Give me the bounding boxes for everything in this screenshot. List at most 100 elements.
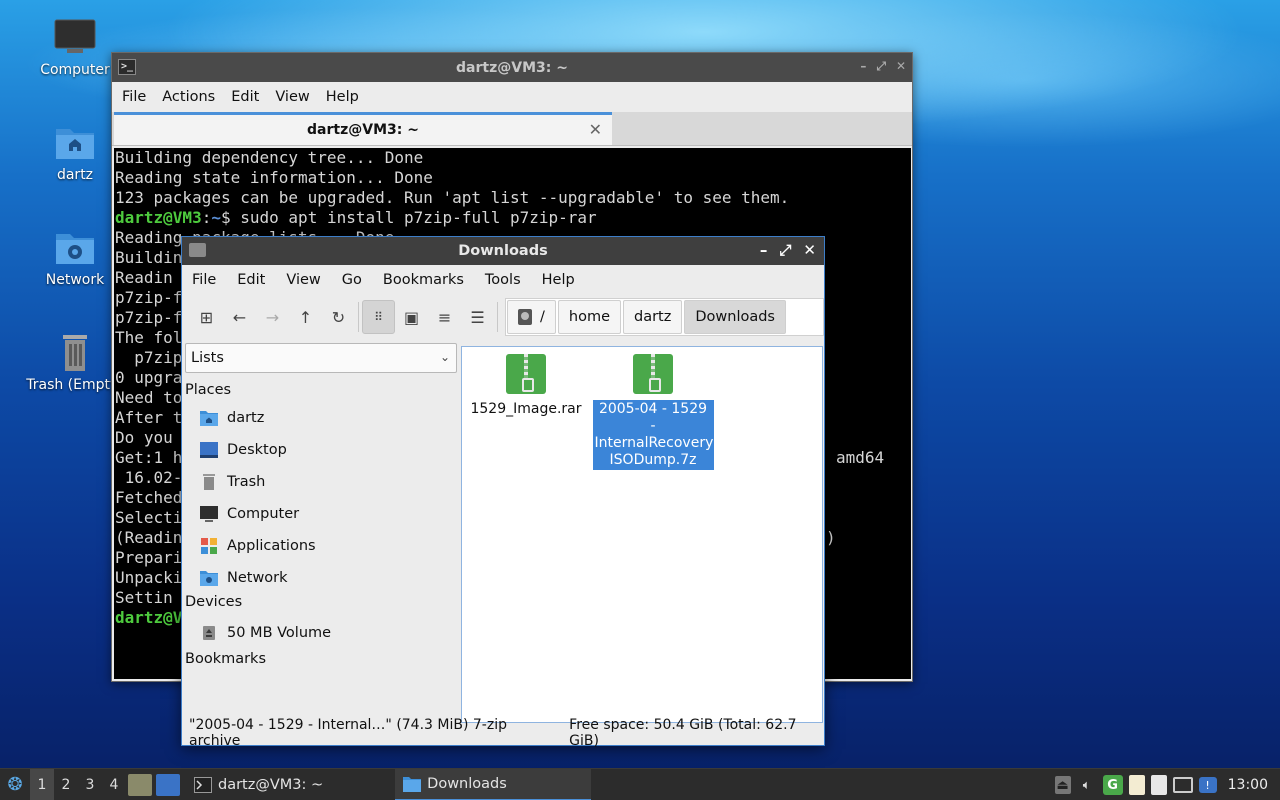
lxqt-logo-icon: ❂ — [7, 774, 23, 795]
reload-button[interactable]: ↻ — [322, 300, 355, 334]
desktop-icon-trash[interactable]: Trash (Empty) — [25, 333, 125, 393]
menu-file[interactable]: File — [122, 89, 156, 105]
devices-heading: Devices — [185, 594, 243, 610]
task-terminal[interactable]: dartz@VM3: ~ — [186, 769, 331, 800]
devices-item-volume[interactable]: 50 MB Volume — [185, 617, 459, 649]
menu-tools[interactable]: Tools — [485, 272, 521, 288]
breadcrumb-home[interactable]: home — [557, 300, 621, 334]
clock[interactable]: 13:00 — [1228, 777, 1268, 793]
prompt-sep: : — [201, 208, 212, 227]
trash-icon — [53, 333, 97, 373]
file-item-internal-recovery-7z[interactable]: 2005-04 - 1529 - InternalRecovery ISODump.… — [592, 354, 714, 470]
taskbar: ❂ 1 2 3 4 dartz@VM3: ~ Downloads ⏏ 🔈︎ G … — [0, 768, 1280, 800]
notes-icon[interactable] — [1150, 775, 1167, 795]
desktop-icon-computer[interactable]: Computer — [25, 18, 125, 78]
places-item-trash[interactable]: Trash — [185, 466, 459, 498]
close-tab-icon[interactable]: ✕ — [589, 120, 602, 139]
icon-view-button[interactable]: ⠿ — [361, 300, 396, 334]
menu-view[interactable]: View — [275, 89, 319, 105]
file-item-1529-image-rar[interactable]: 1529_Image.rar — [465, 354, 587, 419]
menu-bookmarks[interactable]: Bookmarks — [383, 272, 464, 288]
workspace-4[interactable]: 4 — [102, 769, 126, 800]
side-pane-mode-select[interactable]: Lists ⌄ — [185, 343, 457, 373]
close-icon[interactable]: ✕ — [896, 59, 906, 74]
breadcrumb-label: dartz — [634, 309, 672, 325]
chevron-down-icon: ⌄ — [439, 350, 450, 364]
file-view[interactable]: 1529_Image.rar 2005-04 - 1529 - InternalR… — [461, 346, 823, 723]
workspace-3[interactable]: 3 — [78, 769, 102, 800]
places-item-dartz[interactable]: dartz — [185, 402, 459, 434]
places-heading: Places — [185, 382, 232, 398]
detail-view-button[interactable]: ☰ — [461, 300, 494, 334]
minimize-icon[interactable]: – — [760, 241, 768, 259]
desktop-icon-network[interactable]: Network — [25, 228, 125, 288]
forward-button[interactable]: → — [256, 300, 289, 334]
file-manager-launcher-icon[interactable] — [128, 773, 152, 796]
file-manager-toolbar: ⊞ ← → ↑ ↻ ⠿ ▣ ≡ ☰ / home dartz Downloads — [182, 295, 824, 339]
notification-icon[interactable]: ! — [1198, 777, 1217, 793]
thumbnail-view-button[interactable]: ▣ — [395, 300, 428, 334]
clipboard-icon[interactable] — [1128, 775, 1145, 795]
menu-edit[interactable]: Edit — [231, 89, 269, 105]
show-desktop-icon[interactable] — [156, 773, 180, 796]
terminal-tab[interactable]: dartz@VM3: ~ ✕ — [114, 112, 612, 145]
terminal-line-text: (Readin — [115, 528, 183, 547]
file-manager-window[interactable]: Downloads – ⤢ ✕ File Edit View Go Bookma… — [181, 236, 825, 749]
minimize-icon[interactable]: – — [860, 59, 866, 74]
maximize-icon[interactable]: ⤢ — [779, 241, 791, 259]
breadcrumb-root[interactable]: / — [507, 300, 556, 334]
network-icon[interactable] — [1172, 777, 1193, 793]
applications-icon — [201, 538, 217, 554]
home-folder-icon — [53, 123, 97, 163]
status-bar: "2005-04 - 1529 - Internal…" (74.3 MiB) … — [182, 717, 824, 749]
terminal-window-title: dartz@VM3: ~ — [456, 59, 568, 76]
file-manager-title-bar[interactable]: Downloads – ⤢ ✕ — [182, 237, 824, 265]
breadcrumb-dartz[interactable]: dartz — [623, 300, 683, 334]
volume-icon[interactable]: 🔈︎ — [1077, 775, 1097, 795]
places-item-label: Computer — [227, 506, 300, 522]
terminal-line: Reading state information... Done — [115, 168, 433, 187]
back-button[interactable]: ← — [223, 300, 256, 334]
menu-view[interactable]: View — [286, 272, 320, 288]
desktop-icon-label: Trash (Empty) — [26, 377, 124, 393]
places-item-label: Applications — [227, 538, 316, 554]
workspace-1[interactable]: 1 — [30, 768, 54, 800]
desktop-icon-home[interactable]: dartz — [25, 123, 125, 183]
prompt-command: sudo apt install p7zip-full p7zip-rar — [230, 208, 597, 227]
file-name-line: ISODump.7z — [609, 452, 697, 468]
update-icon[interactable]: G — [1102, 775, 1123, 795]
eject-icon[interactable]: ⏏ — [1054, 776, 1071, 794]
menu-file[interactable]: File — [192, 272, 216, 288]
workspace-2[interactable]: 2 — [54, 769, 78, 800]
menu-actions[interactable]: Actions — [162, 89, 225, 105]
terminal-fragment-amd64: amd64 — [836, 448, 885, 467]
arrow-right-icon: → — [265, 307, 280, 327]
places-item-desktop[interactable]: Desktop — [185, 434, 459, 466]
places-item-computer[interactable]: Computer — [185, 498, 459, 530]
breadcrumb-downloads[interactable]: Downloads — [684, 300, 786, 334]
menu-help[interactable]: Help — [542, 272, 575, 288]
start-menu-button[interactable]: ❂ — [0, 769, 30, 800]
new-tab-button[interactable]: ⊞ — [190, 300, 223, 334]
terminal-title-bar[interactable]: >_ dartz@VM3: ~ – ⤢ ✕ — [112, 53, 912, 82]
grid-view-icon: ⠿ — [374, 310, 383, 324]
close-icon[interactable]: ✕ — [803, 241, 816, 259]
menu-help[interactable]: Help — [326, 89, 369, 105]
file-name-selected: 2005-04 - 1529 - InternalRecovery ISODump.… — [592, 400, 714, 470]
desktop-icon-label: dartz — [56, 167, 94, 183]
places-item-label: Desktop — [227, 442, 287, 458]
task-downloads[interactable]: Downloads — [395, 768, 592, 800]
folder-icon — [189, 243, 206, 257]
places-item-network[interactable]: Network — [185, 562, 459, 594]
menu-go[interactable]: Go — [342, 272, 362, 288]
places-item-applications[interactable]: Applications — [185, 530, 459, 562]
image-view-icon: ▣ — [403, 307, 420, 327]
maximize-icon[interactable]: ⤢ — [876, 59, 886, 74]
network-folder-icon — [53, 228, 97, 268]
bookmarks-heading: Bookmarks — [185, 651, 267, 667]
compact-view-button[interactable]: ≡ — [428, 300, 461, 334]
up-button[interactable]: ↑ — [289, 300, 322, 334]
breadcrumb: / home dartz Downloads — [505, 298, 824, 336]
terminal-menubar: File Actions Edit View Help — [112, 82, 912, 112]
menu-edit[interactable]: Edit — [237, 272, 265, 288]
